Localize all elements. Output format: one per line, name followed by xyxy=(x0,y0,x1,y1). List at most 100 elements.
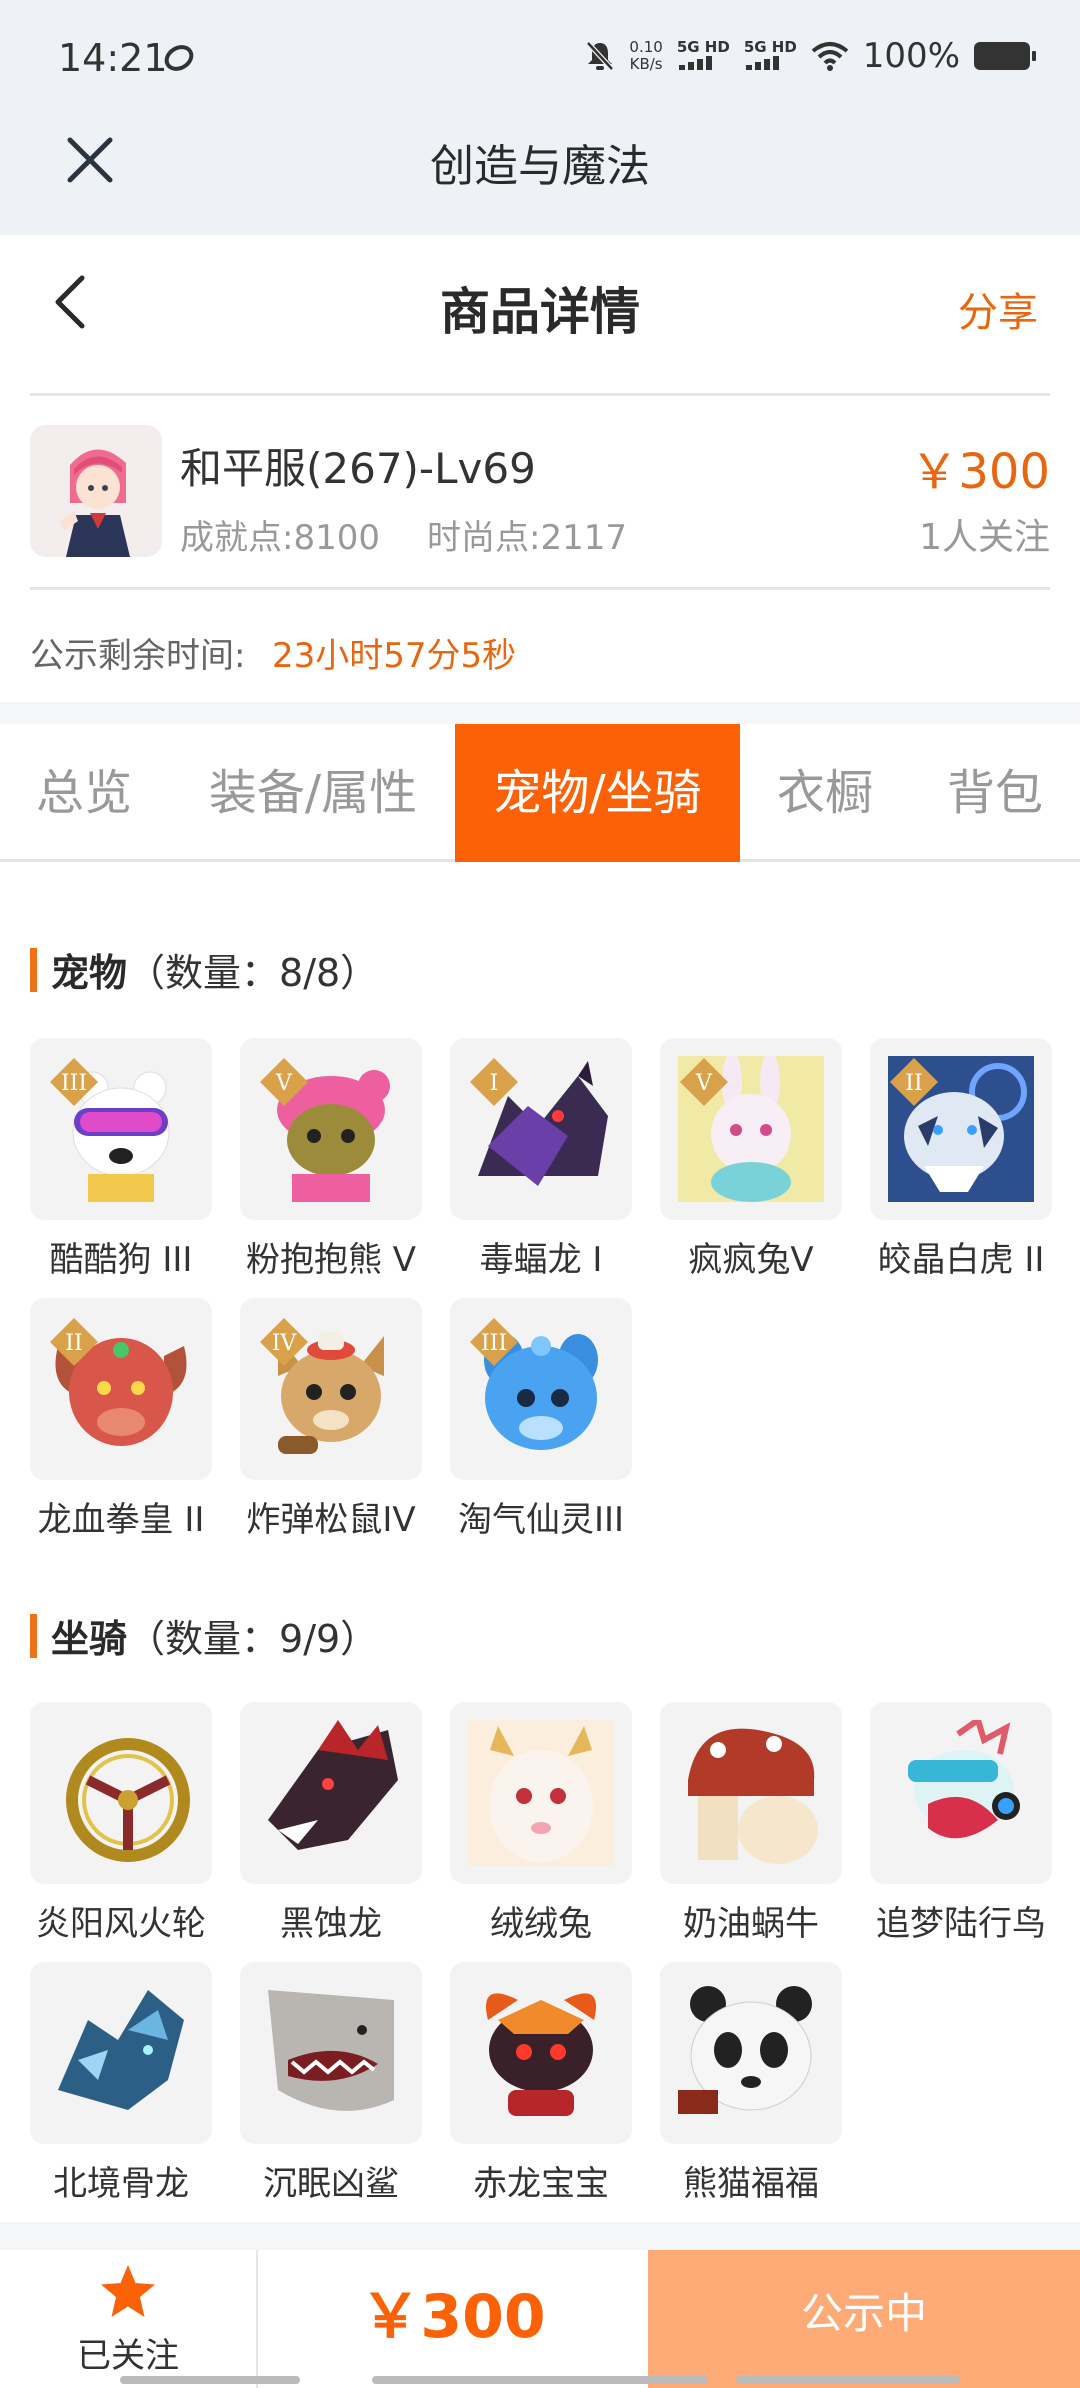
mount-card[interactable]: 炎阳风火轮 xyxy=(30,1702,212,1945)
pet-name: 毒蝠龙 I xyxy=(479,1240,603,1280)
grade-badge-icon: V xyxy=(260,1058,308,1106)
mounts-count: （数量：9/9） xyxy=(127,1617,379,1661)
wifi-icon xyxy=(811,42,849,71)
tab-overview[interactable]: 总览 xyxy=(0,724,168,862)
svg-text:V: V xyxy=(695,1071,713,1096)
pet-card[interactable]: III 淘气仙灵III xyxy=(450,1298,632,1541)
publicity-status-button[interactable]: 公示中 xyxy=(648,2250,1080,2388)
mount-name: 炎阳风火轮 xyxy=(36,1904,206,1944)
mount-card[interactable]: 黑蚀龙 xyxy=(240,1702,422,1945)
home-indicator xyxy=(120,2376,300,2384)
app-title: 创造与魔法 xyxy=(430,141,650,192)
signal-bars-icon xyxy=(745,55,779,70)
follow-label[interactable]: 已关注 xyxy=(0,2328,256,2377)
countdown-label: 公示剩余时间: xyxy=(30,636,246,676)
section-gap xyxy=(0,2222,1080,2250)
mounts-section-title: 坐骑 （数量：9/9） xyxy=(30,1608,378,1663)
mount-card[interactable]: 北境骨龙 xyxy=(30,1962,212,2205)
tab-bar: 总览 装备/属性 宠物/坐骑 衣橱 背包 xyxy=(0,724,1080,862)
pet-card[interactable]: II 龙血拳皇 II xyxy=(30,1298,212,1541)
mount-card[interactable]: 赤龙宝宝 xyxy=(450,1962,632,2205)
grade-badge-icon: V xyxy=(680,1058,728,1106)
character-image xyxy=(30,425,162,557)
mount-image xyxy=(870,1702,1052,1884)
mount-card[interactable]: 追梦陆行鸟 xyxy=(870,1702,1052,1945)
fashion-points: 时尚点:2117 xyxy=(427,518,627,558)
pet-name: 炸弹松鼠IV xyxy=(246,1500,416,1540)
mute-bell-icon xyxy=(586,41,615,71)
pet-name: 粉抱抱熊 V xyxy=(245,1240,417,1280)
svg-text:III: III xyxy=(481,1331,507,1356)
mount-card[interactable]: 熊猫福福 xyxy=(660,1962,842,2205)
mount-image xyxy=(450,1962,632,2144)
pet-card[interactable]: V 粉抱抱熊 V xyxy=(240,1038,422,1281)
mount-card[interactable]: 沉眠凶鲨 xyxy=(240,1962,422,2205)
pet-image: V xyxy=(240,1038,422,1220)
divider xyxy=(30,393,1050,396)
pet-image: II xyxy=(870,1038,1052,1220)
battery-icon xyxy=(974,42,1036,70)
share-button[interactable]: 分享 xyxy=(958,280,1038,338)
battery-percent: 100% xyxy=(862,36,960,76)
pet-image: IV xyxy=(240,1298,422,1480)
pet-image: I xyxy=(450,1038,632,1220)
mount-image xyxy=(30,1962,212,2144)
grade-badge-icon: I xyxy=(470,1058,518,1106)
pet-name: 淘气仙灵III xyxy=(457,1500,625,1540)
svg-text:V: V xyxy=(275,1071,293,1096)
signal-2: 5G HD xyxy=(744,38,797,74)
pet-card[interactable]: III 酷酷狗 III xyxy=(30,1038,212,1281)
pets-section-title: 宠物 （数量：8/8） xyxy=(30,942,378,997)
section-marker xyxy=(30,947,37,992)
mounts-title: 坐骑 xyxy=(51,1617,128,1661)
grade-badge-icon: II xyxy=(50,1318,98,1366)
home-indicator xyxy=(372,2376,708,2384)
mount-image xyxy=(240,1702,422,1884)
tab-backpack[interactable]: 背包 xyxy=(925,724,1065,862)
tab-wardrobe[interactable]: 衣橱 xyxy=(750,724,900,862)
mount-image xyxy=(660,1702,842,1884)
svg-text:II: II xyxy=(65,1331,82,1356)
mount-image xyxy=(450,1702,632,1884)
mount-name: 追梦陆行鸟 xyxy=(876,1904,1046,1944)
signal-1: 5G HD xyxy=(677,38,730,74)
mount-name: 熊猫福福 xyxy=(683,2164,819,2204)
pet-card[interactable]: V 疯疯兔V xyxy=(660,1038,842,1281)
mount-card[interactable]: 绒绒兔 xyxy=(450,1702,632,1945)
status-time: 14:21 xyxy=(58,36,168,80)
item-name: 和平服(267)-Lv69 xyxy=(180,444,536,493)
pet-card[interactable]: I 毒蝠龙 I xyxy=(450,1038,632,1281)
pet-name: 疯疯兔V xyxy=(688,1240,814,1280)
signal-bars-icon xyxy=(678,55,712,70)
tab-pets-mounts[interactable]: 宠物/坐骑 xyxy=(455,724,740,862)
pets-count: （数量：8/8） xyxy=(127,951,379,995)
bottom-price: ￥300 xyxy=(360,2282,546,2352)
achievement-points: 成就点:8100 xyxy=(180,518,380,558)
page-title: 商品详情 xyxy=(440,283,640,341)
section-gap xyxy=(0,702,1080,724)
mount-card[interactable]: 奶油蜗牛 xyxy=(660,1702,842,1945)
countdown-value: 23小时57分5秒 xyxy=(272,636,517,676)
pet-image: III xyxy=(30,1038,212,1220)
pet-image: V xyxy=(660,1038,842,1220)
grade-badge-icon: III xyxy=(50,1058,98,1106)
star-icon[interactable] xyxy=(98,2262,158,2322)
mount-image xyxy=(30,1702,212,1884)
home-indicator xyxy=(736,2376,960,2384)
moon-icon xyxy=(164,45,194,71)
status-icons: 0.10 KB/s 5G HD 5G HD 100% xyxy=(585,36,1036,76)
follower-count: 1人关注 xyxy=(919,517,1050,558)
pet-card[interactable]: IV 炸弹松鼠IV xyxy=(240,1298,422,1541)
svg-text:II: II xyxy=(905,1071,922,1096)
grade-badge-icon: IV xyxy=(260,1318,308,1366)
pet-card[interactable]: II 皎晶白虎 II xyxy=(870,1038,1052,1281)
svg-text:IV: IV xyxy=(272,1331,298,1356)
pet-name: 皎晶白虎 II xyxy=(877,1240,1045,1280)
item-price: ￥300 xyxy=(910,444,1050,500)
mount-name: 赤龙宝宝 xyxy=(473,2164,609,2204)
pet-name: 龙血拳皇 II xyxy=(37,1500,205,1540)
mount-image xyxy=(240,1962,422,2144)
tab-equipment[interactable]: 装备/属性 xyxy=(188,724,438,862)
pet-image: III xyxy=(450,1298,632,1480)
divider xyxy=(30,587,1050,590)
